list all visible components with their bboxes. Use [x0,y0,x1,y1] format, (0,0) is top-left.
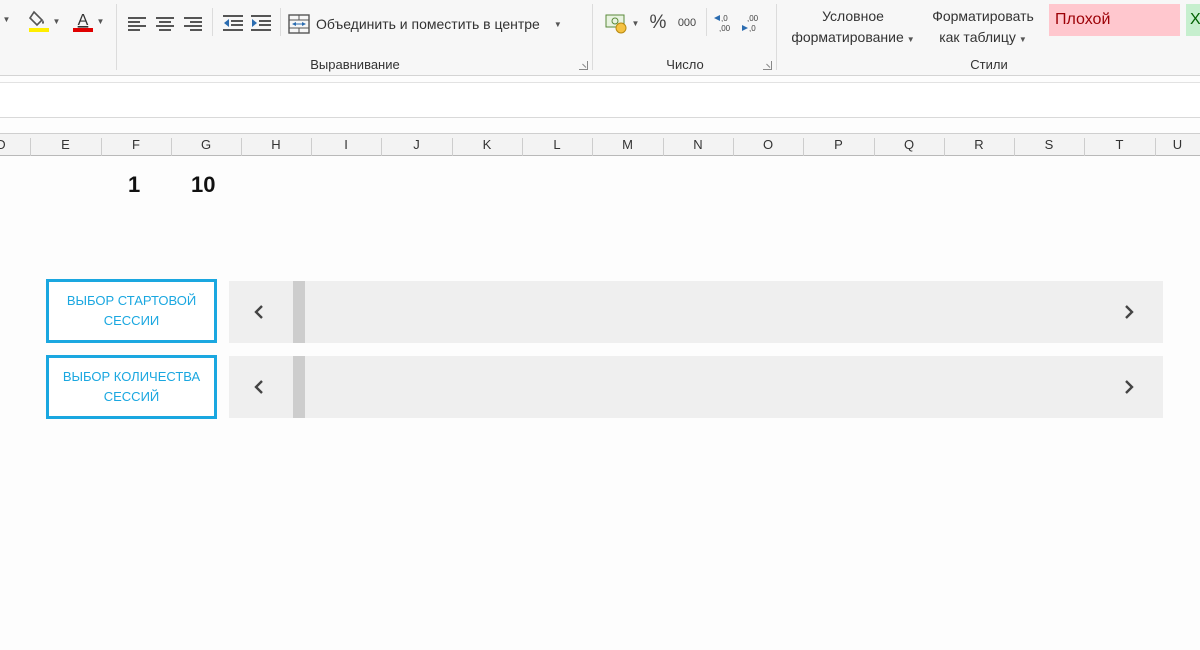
conditional-formatting-label-1: Условное [822,8,884,24]
cell-g-value[interactable]: 10 [191,172,215,198]
chevron-right-icon [1125,305,1134,319]
increase-decimal-button[interactable]: ,0 ,00 [712,10,738,36]
decrease-indent-button[interactable] [220,12,246,34]
decrease-indent-icon [223,15,243,31]
svg-text:A: A [77,12,88,29]
merge-center-button[interactable]: Объединить и поместить в центре ▼ [288,10,584,38]
ribbon: ▼ ▼ A ▼ Объединить и поместить в центре … [0,0,1200,76]
align-right-icon [184,17,202,31]
svg-text:,00: ,00 [747,14,759,23]
align-center-icon [156,17,174,31]
decrease-decimal-icon: ,00 ,0 [742,14,759,33]
column-header-g[interactable]: G [171,134,241,156]
cell-f-value[interactable]: 1 [128,172,140,198]
formula-bar[interactable] [0,82,1200,118]
font-color-icon: A [72,12,93,32]
column-header-l[interactable]: L [522,134,592,156]
chevron-down-icon: ▼ [906,35,915,44]
column-header-j[interactable]: J [381,134,452,156]
align-left-button[interactable] [126,14,148,34]
chevron-down-icon: ▼ [1018,35,1027,44]
start-session-label: ВЫБОР СТАРТОВОЙ СЕССИИ [46,279,217,343]
accounting-format-button[interactable]: ▼ [600,10,644,36]
format-as-table-label-1: Форматировать [932,8,1034,24]
fill-color-button[interactable]: ▼ [24,8,64,34]
font-color-button[interactable]: A ▼ [68,8,108,34]
number-group-label: Число [666,57,704,72]
fill-bucket-icon [28,10,49,32]
column-header-u[interactable]: U [1155,134,1200,156]
percent-style-button[interactable]: % [646,10,670,36]
font-more-dropdown[interactable]: ▼ [0,8,11,30]
column-header-q[interactable]: Q [874,134,944,156]
column-header-k[interactable]: K [452,134,522,156]
align-left-icon [128,17,146,31]
column-header-o[interactable]: O [733,134,803,156]
cell-style-good-label: Х [1190,11,1200,28]
comma-style-button[interactable]: 000 [672,10,702,36]
svg-text:,00: ,00 [719,24,731,33]
increase-indent-button[interactable] [248,12,274,34]
chevron-down-icon: ▼ [553,19,562,29]
scroll-thumb[interactable] [293,281,305,343]
column-header-n[interactable]: N [663,134,733,156]
column-header-t[interactable]: T [1084,134,1155,156]
number-group: ▼ % 000 ,0 ,00 ,00 ,0 Число [594,0,776,76]
merge-center-label: Объединить и поместить в центре [316,16,540,32]
cell-style-bad-label: Плохой [1055,11,1111,28]
chevron-left-icon [254,305,263,319]
column-header-m[interactable]: M [592,134,663,156]
format-as-table-label-2: как таблицу [939,29,1016,45]
start-session-scrollbar[interactable] [229,281,1163,343]
alignment-group: Объединить и поместить в центре ▼ Выравн… [118,0,592,76]
column-header-d[interactable]: D [0,134,6,156]
session-count-label: ВЫБОР КОЛИЧЕСТВА СЕССИЙ [46,355,217,419]
start-session-label-text: ВЫБОР СТАРТОВОЙ СЕССИИ [66,293,197,328]
column-header-s[interactable]: S [1014,134,1084,156]
align-center-button[interactable] [154,14,176,34]
session-count-label-text: ВЫБОР КОЛИЧЕСТВА СЕССИЙ [62,369,201,404]
cell-style-bad[interactable]: Плохой [1049,4,1180,36]
alignment-dialog-launcher-icon[interactable] [579,61,588,70]
scroll-right-button[interactable] [1119,377,1139,397]
increase-indent-icon [251,15,271,31]
column-header-r[interactable]: R [944,134,1014,156]
thousands-separator-icon: 000 [677,17,697,29]
percent-icon: % [649,12,667,33]
decrease-decimal-button[interactable]: ,00 ,0 [740,10,766,36]
scroll-right-button[interactable] [1119,302,1139,322]
number-dialog-launcher-icon[interactable] [763,61,772,70]
styles-group-label: Стили [970,57,1008,72]
merge-cells-icon [288,14,310,34]
styles-group: Условное форматирование ▼ Форматировать к… [778,0,1200,76]
svg-text:,0: ,0 [721,14,728,23]
alignment-group-label: Выравнивание [310,57,400,72]
column-header-i[interactable]: I [311,134,381,156]
accounting-format-icon [605,14,627,34]
increase-decimal-icon: ,0 ,00 [714,14,731,33]
column-header-h[interactable]: H [241,134,311,156]
chevron-left-icon [254,380,263,394]
column-header-p[interactable]: P [803,134,874,156]
scroll-left-button[interactable] [249,377,269,397]
cell-style-good[interactable]: Х [1186,4,1200,36]
scroll-thumb[interactable] [293,356,305,418]
conditional-formatting-label-2: форматирование [791,29,904,45]
column-header-f[interactable]: F [101,134,171,156]
align-right-button[interactable] [182,14,204,34]
conditional-formatting-button[interactable]: Условное форматирование ▼ [782,6,924,50]
format-as-table-button[interactable]: Форматировать как таблицу ▼ [924,6,1042,50]
column-headers: D E F G H I J K L M N O P Q R S T U [0,133,1200,156]
chevron-right-icon [1125,380,1134,394]
column-header-e[interactable]: E [30,134,101,156]
session-count-scrollbar[interactable] [229,356,1163,418]
scroll-left-button[interactable] [249,302,269,322]
font-group: ▼ ▼ A ▼ [0,0,118,76]
svg-text:,0: ,0 [749,24,756,33]
